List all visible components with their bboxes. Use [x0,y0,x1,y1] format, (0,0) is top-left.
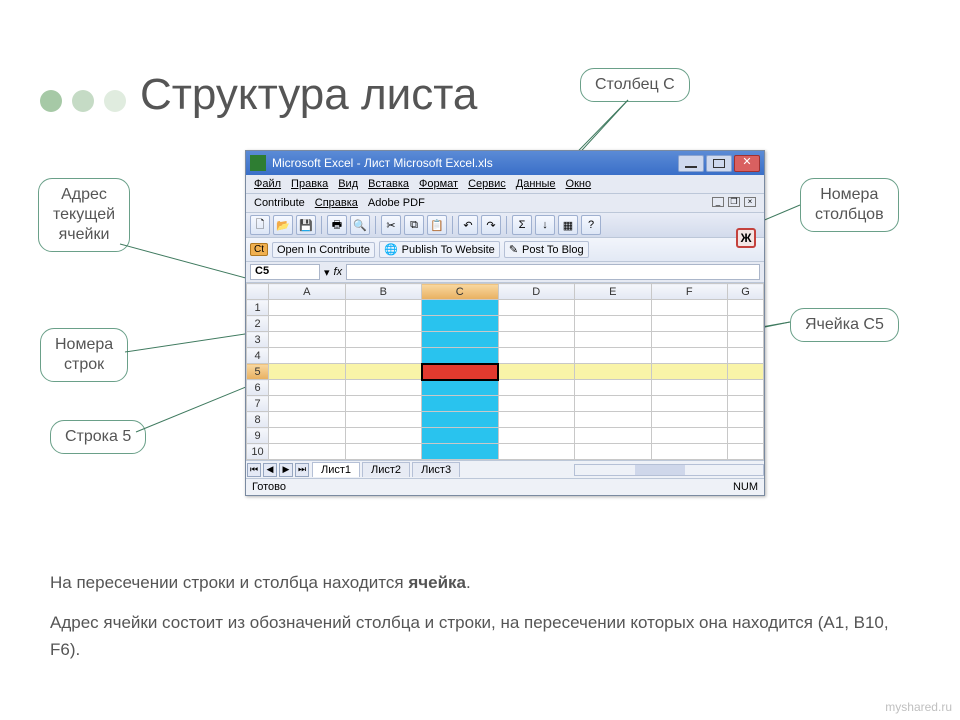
name-box[interactable]: C5 [250,264,320,280]
row-header[interactable]: 2 [247,316,269,332]
row-header[interactable]: 8 [247,412,269,428]
standard-toolbar: 🗋 📂 💾 🖶 🔍 ✂ ⧉ 📋 ↶ ↷ Σ ↓ ▦ ? [246,213,764,238]
new-file-icon[interactable]: 🗋 [250,215,270,235]
sheet-tab-bar: ⏮ ◀ ▶ ⏭ Лист1 Лист2 Лист3 [246,460,764,478]
maximize-button[interactable] [706,155,732,172]
menu-help[interactable]: Справка [315,197,358,209]
menu-format[interactable]: Формат [419,178,458,190]
open-file-icon[interactable]: 📂 [273,215,293,235]
col-header-e[interactable]: E [575,284,652,300]
undo-icon[interactable]: ↶ [458,215,478,235]
col-header-d[interactable]: D [498,284,575,300]
menu-adobe-pdf[interactable]: Adobe PDF [368,197,425,209]
autosum-icon[interactable]: Σ [512,215,532,235]
sheet-tab-3[interactable]: Лист3 [412,462,460,477]
menu-view[interactable]: Вид [338,178,358,190]
dot-icon [72,90,94,112]
callout-row-numbers: Номера строк [40,328,128,382]
formula-input[interactable] [346,264,760,280]
sheet-tab-2[interactable]: Лист2 [362,462,410,477]
callout-column-numbers: Номера столбцов [800,178,899,232]
close-button[interactable] [734,155,760,172]
prev-sheet-button[interactable]: ◀ [263,463,277,477]
redo-icon[interactable]: ↷ [481,215,501,235]
col-header-f[interactable]: F [651,284,728,300]
dot-icon [104,90,126,112]
worksheet-grid[interactable]: A B C D E F G 1 2 3 4 5 6 7 8 9 10 [246,283,764,460]
row-header[interactable]: 10 [247,444,269,460]
col-header-b[interactable]: B [345,284,422,300]
sort-icon[interactable]: ↓ [535,215,555,235]
row-header[interactable]: 4 [247,348,269,364]
next-sheet-button[interactable]: ▶ [279,463,293,477]
dropdown-icon[interactable]: ▾ [324,266,330,279]
dot-icon [40,90,62,112]
menu-insert[interactable]: Вставка [368,178,409,190]
post-to-blog-button[interactable]: ✎Post To Blog [504,241,589,258]
row-header[interactable]: 7 [247,396,269,412]
status-num: NUM [733,481,758,493]
select-all-corner[interactable] [247,284,269,300]
cut-icon[interactable]: ✂ [381,215,401,235]
window-titlebar: Microsoft Excel - Лист Microsoft Excel.x… [246,151,764,175]
copy-icon[interactable]: ⧉ [404,215,424,235]
col-header-a[interactable]: A [269,284,346,300]
callout-row-5: Строка 5 [50,420,146,454]
row-header[interactable]: 9 [247,428,269,444]
menu-window[interactable]: Окно [566,178,592,190]
fx-label[interactable]: fx [334,266,343,278]
row-header[interactable]: 3 [247,332,269,348]
excel-window: Microsoft Excel - Лист Microsoft Excel.x… [245,150,765,496]
doc-restore-button[interactable]: ❐ [728,197,740,207]
menu-data[interactable]: Данные [516,178,556,190]
status-bar: Готово NUM [246,478,764,495]
menu-contribute[interactable]: Contribute [254,197,305,209]
help-icon[interactable]: ? [581,215,601,235]
menu-edit[interactable]: Правка [291,178,328,190]
doc-min-button[interactable]: _ [712,197,724,207]
print-preview-icon[interactable]: 🔍 [350,215,370,235]
sheet-tab-1[interactable]: Лист1 [312,462,360,477]
contribute-badge: Ct [250,243,268,256]
horizontal-scrollbar[interactable] [574,464,764,476]
status-ready: Готово [252,481,286,493]
slide-bullets [40,90,126,112]
menu-file[interactable]: Файл [254,178,281,190]
window-title: Microsoft Excel - Лист Microsoft Excel.x… [272,156,493,170]
menu-bar: Файл Правка Вид Вставка Формат Сервис Да… [246,175,764,194]
chart-icon[interactable]: ▦ [558,215,578,235]
doc-close-button[interactable]: × [744,197,756,207]
row-header[interactable]: 1 [247,300,269,316]
minimize-button[interactable] [678,155,704,172]
col-header-c[interactable]: C [422,284,499,300]
save-icon[interactable]: 💾 [296,215,316,235]
callout-current-cell-address: Адрес текущей ячейки [38,178,130,252]
callout-cell-c5: Ячейка С5 [790,308,899,342]
row-header-5[interactable]: 5 [247,364,269,380]
excel-logo-icon [250,155,266,171]
slide-description: На пересечении строки и столбца находитс… [50,570,910,677]
bold-button-highlighted[interactable]: Ж [736,228,756,248]
slide-title: Структура листа [140,70,477,120]
last-sheet-button[interactable]: ⏭ [295,463,309,477]
menu-bar-2: Contribute Справка Adobe PDF _ ❐ × [246,194,764,213]
formula-bar: C5 ▾ fx [246,262,764,283]
cell-c5[interactable] [422,364,499,380]
watermark: myshared.ru [885,700,952,714]
open-in-contribute-button[interactable]: Open In Contribute [272,242,375,258]
callout-column-c: Столбец С [580,68,690,102]
menu-tools[interactable]: Сервис [468,178,506,190]
print-icon[interactable]: 🖶 [327,215,347,235]
paste-icon[interactable]: 📋 [427,215,447,235]
row-header[interactable]: 6 [247,380,269,396]
publish-to-website-button[interactable]: 🌐Publish To Website [379,241,500,258]
col-header-g[interactable]: G [728,284,764,300]
contribute-toolbar: Ct Open In Contribute 🌐Publish To Websit… [246,238,764,262]
first-sheet-button[interactable]: ⏮ [247,463,261,477]
